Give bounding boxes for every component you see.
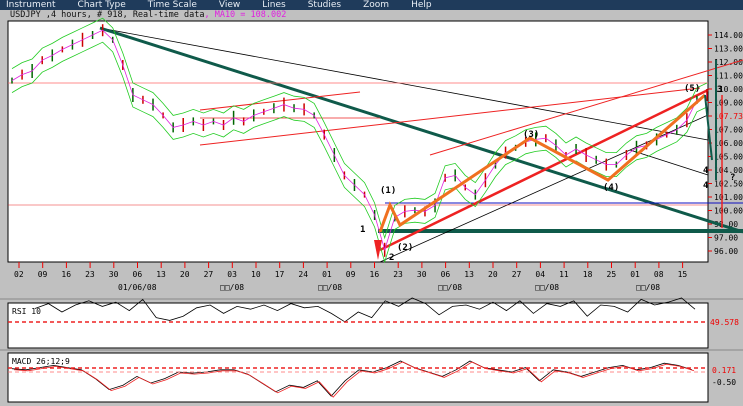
date-label: 08 xyxy=(654,270,664,279)
wave-label-w1: (1) xyxy=(380,186,396,196)
date-label: 23 xyxy=(85,270,95,279)
date-label: 15 xyxy=(678,270,688,279)
price-label: 101.00 xyxy=(714,193,743,202)
price-label: 104.00 xyxy=(714,166,743,175)
month-label: □□/08 xyxy=(318,283,342,292)
date-label: 09 xyxy=(346,270,356,279)
date-label: 20 xyxy=(180,270,190,279)
price-label: 113.00 xyxy=(714,45,743,54)
date-label: 27 xyxy=(512,270,522,279)
date-label: 16 xyxy=(61,270,71,279)
date-label: 24 xyxy=(298,270,308,279)
date-label: 09 xyxy=(38,270,48,279)
month-label: □□/08 xyxy=(220,283,244,292)
date-label: 13 xyxy=(464,270,474,279)
date-label: 06 xyxy=(133,270,143,279)
date-label: 01 xyxy=(630,270,640,279)
price-label: 111.00 xyxy=(714,72,743,81)
price-label: 100.00 xyxy=(714,207,743,216)
date-label: 27 xyxy=(204,270,214,279)
wave-label-w3: (3) xyxy=(523,130,539,140)
date-label: 17 xyxy=(275,270,285,279)
price-label: 97.00 xyxy=(714,234,738,243)
macd-label: MACD 26;12;9 xyxy=(12,357,70,366)
date-label: 01 xyxy=(322,270,332,279)
month-label: □□/08 xyxy=(636,283,660,292)
date-label: 04 xyxy=(535,270,545,279)
macd-panel xyxy=(7,352,709,403)
month-label: □□/08 xyxy=(535,283,559,292)
price-label: 107.73 xyxy=(714,112,743,121)
date-label: 03 xyxy=(227,270,237,279)
price-label: 112.00 xyxy=(714,58,743,67)
price-label: 102.50 xyxy=(714,180,743,189)
rsi-panel xyxy=(7,302,709,349)
date-label: 13 xyxy=(156,270,166,279)
date-label: 06 xyxy=(441,270,451,279)
date-label: 30 xyxy=(109,270,119,279)
wave-label-n2: 2 xyxy=(389,253,394,263)
price-label: 96.00 xyxy=(714,247,738,256)
month-label: □□/08 xyxy=(438,283,462,292)
price-label: 106.00 xyxy=(714,139,743,148)
wave-label-w2: (2) xyxy=(397,243,413,253)
wave-label-n1: 1 xyxy=(360,225,365,235)
rsi-value: 49.578 xyxy=(710,318,739,327)
price-label: 107.00 xyxy=(714,126,743,135)
price-label: 105.00 xyxy=(714,153,743,162)
wave-label-n4a: 4 xyxy=(703,166,709,176)
date-label: 11 xyxy=(559,270,569,279)
wave-label-q: ? xyxy=(730,173,735,183)
date-label: 20 xyxy=(488,270,498,279)
date-label: 25 xyxy=(607,270,617,279)
date-label: 02 xyxy=(14,270,24,279)
wave-label-w5: (5) xyxy=(684,84,700,94)
date-label: 16 xyxy=(370,270,380,279)
date-label: 18 xyxy=(583,270,593,279)
chart-canvas[interactable]: 114.00113.00112.00111.00110.00109.00107.… xyxy=(0,0,743,406)
macd-level-label: -0.50 xyxy=(712,378,736,387)
wave-label-w4: (4) xyxy=(603,183,619,193)
month-label: 01/06/08 xyxy=(118,283,157,292)
date-label: 10 xyxy=(251,270,261,279)
wave-label-n3: 3 xyxy=(717,85,722,95)
rsi-label: RSI 10 xyxy=(12,307,41,316)
date-label: 23 xyxy=(393,270,403,279)
wave-label-n4b: 4 xyxy=(703,181,709,191)
macd-value: 0.171 xyxy=(712,366,736,375)
price-label: 109.00 xyxy=(714,99,743,108)
price-label: 114.00 xyxy=(714,31,743,40)
date-label: 30 xyxy=(417,270,427,279)
